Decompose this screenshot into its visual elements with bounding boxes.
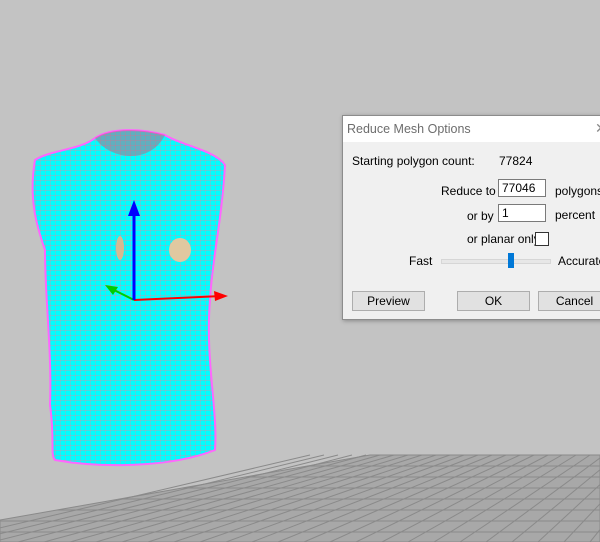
starting-count-label: Starting polygon count: — [352, 154, 475, 168]
nipple-right — [169, 238, 191, 262]
nipple-left — [116, 236, 124, 260]
polygons-label: polygons — [555, 184, 600, 198]
percent-label: percent — [555, 208, 596, 222]
accurate-label: Accurate — [558, 254, 600, 268]
starting-count-value: 77824 — [499, 154, 533, 168]
dialog-title: Reduce Mesh Options — [347, 122, 471, 136]
ok-button[interactable]: OK — [457, 291, 530, 311]
preview-button[interactable]: Preview — [352, 291, 425, 311]
or-by-label: or by — [467, 209, 494, 223]
dialog-titlebar[interactable]: Reduce Mesh Options ✕ — [343, 116, 600, 142]
fast-label: Fast — [409, 254, 433, 268]
quality-slider-track[interactable] — [441, 259, 551, 264]
quality-slider-thumb[interactable] — [508, 253, 515, 268]
close-icon[interactable]: ✕ — [595, 120, 600, 137]
or-by-input[interactable] — [498, 204, 546, 222]
floor-grid — [0, 454, 600, 542]
reduce-to-label: Reduce to — [441, 184, 496, 198]
cancel-button[interactable]: Cancel — [538, 291, 600, 311]
planar-only-checkbox[interactable] — [535, 232, 549, 246]
reduce-to-input[interactable] — [498, 179, 546, 197]
reduce-mesh-dialog: Reduce Mesh Options ✕ Starting polygon c… — [342, 115, 600, 320]
planar-only-label: or planar only — [467, 232, 540, 246]
